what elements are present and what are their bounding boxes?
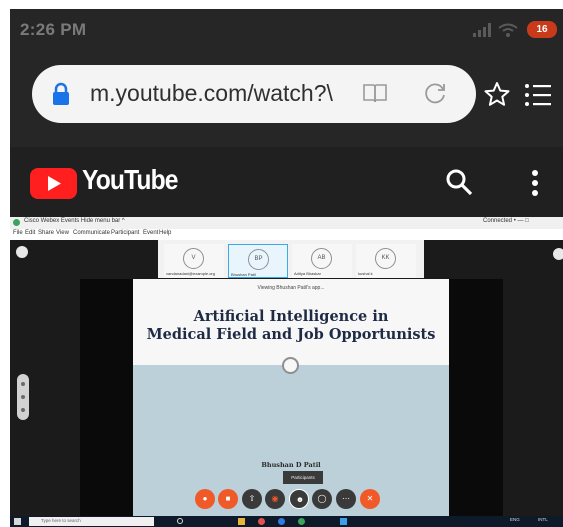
- chat-button[interactable]: ◯: [312, 489, 332, 509]
- record-icon: ◉: [271, 494, 279, 503]
- menu-edit[interactable]: Edit: [25, 230, 35, 236]
- status-bar: 2:26 PM 16: [10, 9, 563, 51]
- youtube-play-icon[interactable]: [30, 168, 77, 199]
- youtube-logo[interactable]: YouTube: [82, 164, 178, 196]
- windows-taskbar: Type here to search ENG INTL: [10, 516, 563, 527]
- chat-icon: ◯: [317, 494, 327, 503]
- more-horiz-icon: ⋯: [342, 494, 350, 503]
- menu-icon[interactable]: [524, 83, 552, 107]
- windows-start-icon[interactable]: [14, 518, 21, 525]
- menu-event[interactable]: Event: [143, 230, 158, 236]
- record-button[interactable]: ◉: [265, 489, 285, 509]
- slide-title-line2: Medical Field and Job Opportunists: [146, 326, 436, 343]
- browser-toolbar: m.youtube.com/watch?\: [10, 51, 563, 147]
- participants-button[interactable]: ☻: [289, 489, 309, 509]
- menu-help[interactable]: Help: [159, 230, 171, 236]
- cortana-icon[interactable]: [177, 518, 183, 524]
- chrome-icon[interactable]: [258, 518, 265, 525]
- close-icon: ✕: [366, 494, 374, 503]
- store-icon[interactable]: [340, 518, 347, 525]
- webex-titlebar: Cisco Webex Events Hide menu bar ^ Conne…: [10, 217, 563, 229]
- taskbar-lang: ENG: [510, 517, 520, 522]
- menu-communicate[interactable]: Communicate: [73, 230, 110, 236]
- participant-tile[interactable]: AB Aditya Bhaskar: [292, 244, 352, 278]
- leave-button[interactable]: ✕: [360, 489, 380, 509]
- taskbar-search-text: Type here to search: [41, 518, 81, 523]
- participant-name: Aditya Bhaskar: [294, 271, 321, 276]
- menu-view[interactable]: View: [56, 230, 69, 236]
- webex-logo-icon: [13, 219, 20, 226]
- wifi-icon: [498, 23, 518, 37]
- microphone-icon: ●: [202, 494, 208, 503]
- slide-author: Bhushan D Patil: [261, 461, 321, 469]
- edge-icon[interactable]: [278, 518, 285, 525]
- reader-mode-icon[interactable]: [362, 82, 388, 104]
- lock-icon[interactable]: [51, 82, 71, 106]
- participant-tile[interactable]: KK kushal k: [356, 244, 416, 278]
- taskbar-clock: INTL: [538, 517, 548, 522]
- participant-tile[interactable]: V vandanadani@example.org: [164, 244, 224, 278]
- participant-name: kushal k: [358, 271, 373, 276]
- slide-title-line1: Artificial Intelligence in: [193, 308, 389, 325]
- webex-taskbar-icon[interactable]: [298, 518, 305, 525]
- participants-icon: ☻: [295, 495, 305, 504]
- participant-name: vandanadani@example.org: [166, 271, 215, 276]
- share-button[interactable]: ⇧: [242, 489, 262, 509]
- more-options-button[interactable]: ⋯: [336, 489, 356, 509]
- viewing-banner: Viewing Bhushan Patil's app...: [257, 285, 325, 291]
- menu-share[interactable]: Share: [38, 230, 54, 236]
- slide-ornament: [282, 357, 299, 374]
- webex-window-title: Cisco Webex Events Hide menu bar ^: [24, 218, 125, 224]
- avatar: V: [183, 248, 204, 269]
- screen: 2:26 PM 16 m.youtube.com/watch?\ YouTube…: [0, 0, 563, 527]
- participants-tooltip: Participants: [283, 471, 323, 484]
- search-icon[interactable]: [445, 168, 473, 196]
- menu-participant[interactable]: Participant: [111, 230, 139, 236]
- avatar: AB: [311, 248, 332, 269]
- reload-icon[interactable]: [422, 80, 448, 106]
- zoom-reset-icon[interactable]: [21, 395, 25, 399]
- mute-button[interactable]: ●: [195, 489, 215, 509]
- taskbar-search[interactable]: Type here to search: [29, 517, 154, 526]
- zoom-in-icon[interactable]: [21, 382, 25, 386]
- youtube-header: YouTube: [10, 147, 563, 217]
- panel-toggle-right[interactable]: [553, 248, 563, 260]
- webex-meeting-area: V vandanadani@example.org BP Bhushan Pat…: [10, 240, 563, 527]
- status-time: 2:26 PM: [20, 20, 87, 39]
- file-explorer-icon[interactable]: [238, 518, 245, 525]
- url-text[interactable]: m.youtube.com/watch?\: [90, 80, 340, 107]
- zoom-out-icon[interactable]: [21, 408, 25, 412]
- participant-tile-active[interactable]: BP Bhushan Patil: [228, 244, 288, 278]
- panel-toggle-left[interactable]: [16, 246, 28, 258]
- video-player[interactable]: Cisco Webex Events Hide menu bar ^ Conne…: [10, 217, 563, 527]
- address-bar[interactable]: m.youtube.com/watch?\: [32, 65, 476, 123]
- camera-icon: ■: [225, 494, 231, 503]
- avatar: KK: [375, 248, 396, 269]
- more-vert-icon[interactable]: [530, 169, 540, 197]
- signal-icon: [473, 23, 491, 37]
- participant-strip: V vandanadani@example.org BP Bhushan Pat…: [158, 240, 424, 278]
- webex-connected: Connected • — □: [483, 218, 529, 224]
- menu-file[interactable]: File: [13, 230, 23, 236]
- slide-title: Artificial Intelligence in Medical Field…: [133, 308, 449, 344]
- participant-name: Bhushan Patil: [231, 272, 256, 277]
- video-button[interactable]: ■: [218, 489, 238, 509]
- star-icon[interactable]: [483, 81, 511, 107]
- webex-menubar: File Edit Share View Communicate Partici…: [10, 229, 563, 240]
- zoom-controls[interactable]: [17, 374, 29, 420]
- battery-indicator: 16: [527, 21, 557, 38]
- share-icon: ⇧: [248, 494, 256, 503]
- avatar: BP: [248, 249, 269, 270]
